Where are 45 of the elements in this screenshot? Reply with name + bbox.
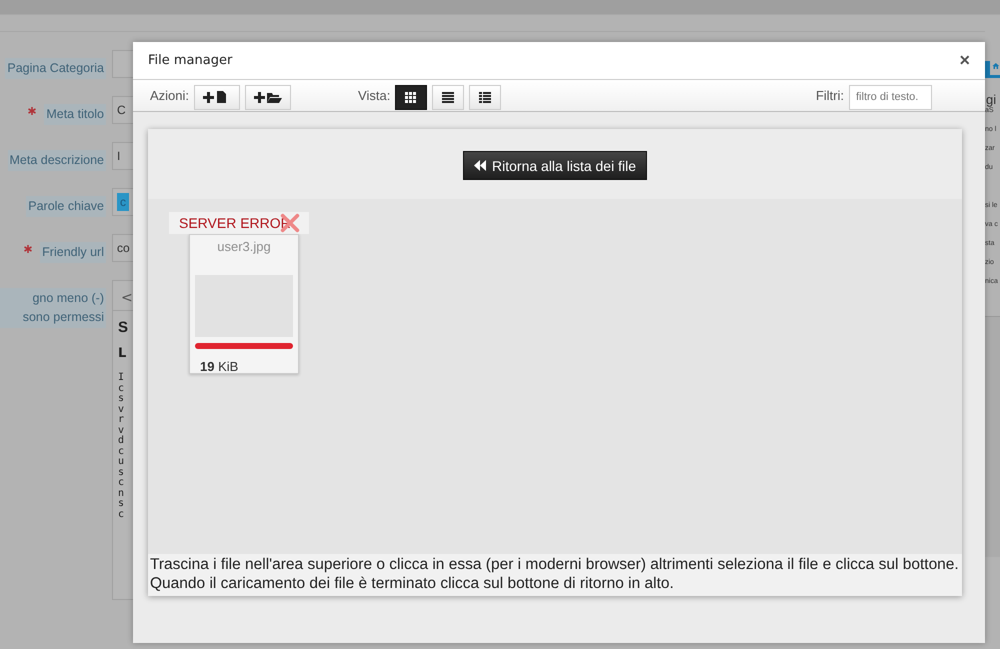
grid-view-button[interactable] [395, 84, 428, 110]
toolbar-label: Vista: [358, 88, 390, 103]
keyword-tag: c [117, 193, 129, 211]
field-label: gno meno (-) sono permessi [0, 288, 106, 328]
grid-icon [405, 92, 418, 102]
field-label: Pagina Categoria [5, 58, 106, 79]
plus-folder-icon [253, 90, 284, 104]
editor-text: c [118, 446, 126, 457]
field-label: Meta titolo [44, 104, 106, 125]
help-text: Trascina i file nell'area superiore o clicca in essa (per i moderni browser) altrimenti seleziona il file e clicca sul bottone. Quando il caricamento dei file è terminato clicca sul bottone di ritorno in alto. [148, 554, 962, 596]
list-view-button[interactable] [432, 84, 464, 110]
editor-text: r [118, 415, 126, 426]
editor-text: s [118, 394, 126, 404]
panel-heading: gi [986, 92, 998, 107]
toolbar-label: Filtri: [816, 88, 844, 103]
editor-text: s [118, 468, 126, 478]
filter-field[interactable]: filtro di testo. [849, 84, 932, 110]
field-label: Parole chiave [26, 196, 106, 217]
editor-text: u [118, 457, 126, 468]
close-button[interactable]: × [959, 50, 970, 71]
editor-heading: S [117, 318, 130, 336]
field-label: Friendly url [40, 242, 106, 263]
dialog-title: File manager [148, 53, 234, 68]
file-size: 19 KiB [199, 358, 240, 374]
details-list-icon [479, 92, 492, 102]
editor-subheading: L [117, 345, 128, 361]
new-file-button[interactable] [194, 84, 240, 110]
editor-text: s [118, 499, 126, 510]
toolbar-label: Azioni: [150, 88, 190, 103]
new-folder-button[interactable] [245, 84, 292, 110]
back-to-list-button[interactable]: Ritorna alla lista dei file [463, 151, 647, 180]
field-label: Meta descrizione [8, 150, 106, 171]
details-view-button[interactable] [469, 84, 502, 110]
file-name: user3.jpg [217, 239, 271, 254]
editor-text: c [118, 510, 126, 520]
file-card[interactable]: user3.jpg 19 KiB [189, 234, 299, 374]
editor-toolbar-button[interactable]: < [121, 290, 133, 306]
editor-text: c [118, 478, 126, 488]
double-left-arrow-icon [474, 160, 486, 171]
editor-text: v [118, 426, 126, 436]
editor-text: c [118, 384, 126, 394]
editor-text: n [118, 488, 126, 499]
editor-text: d [118, 436, 126, 446]
editor-text: v [118, 404, 126, 415]
editor-text: I [118, 373, 126, 384]
